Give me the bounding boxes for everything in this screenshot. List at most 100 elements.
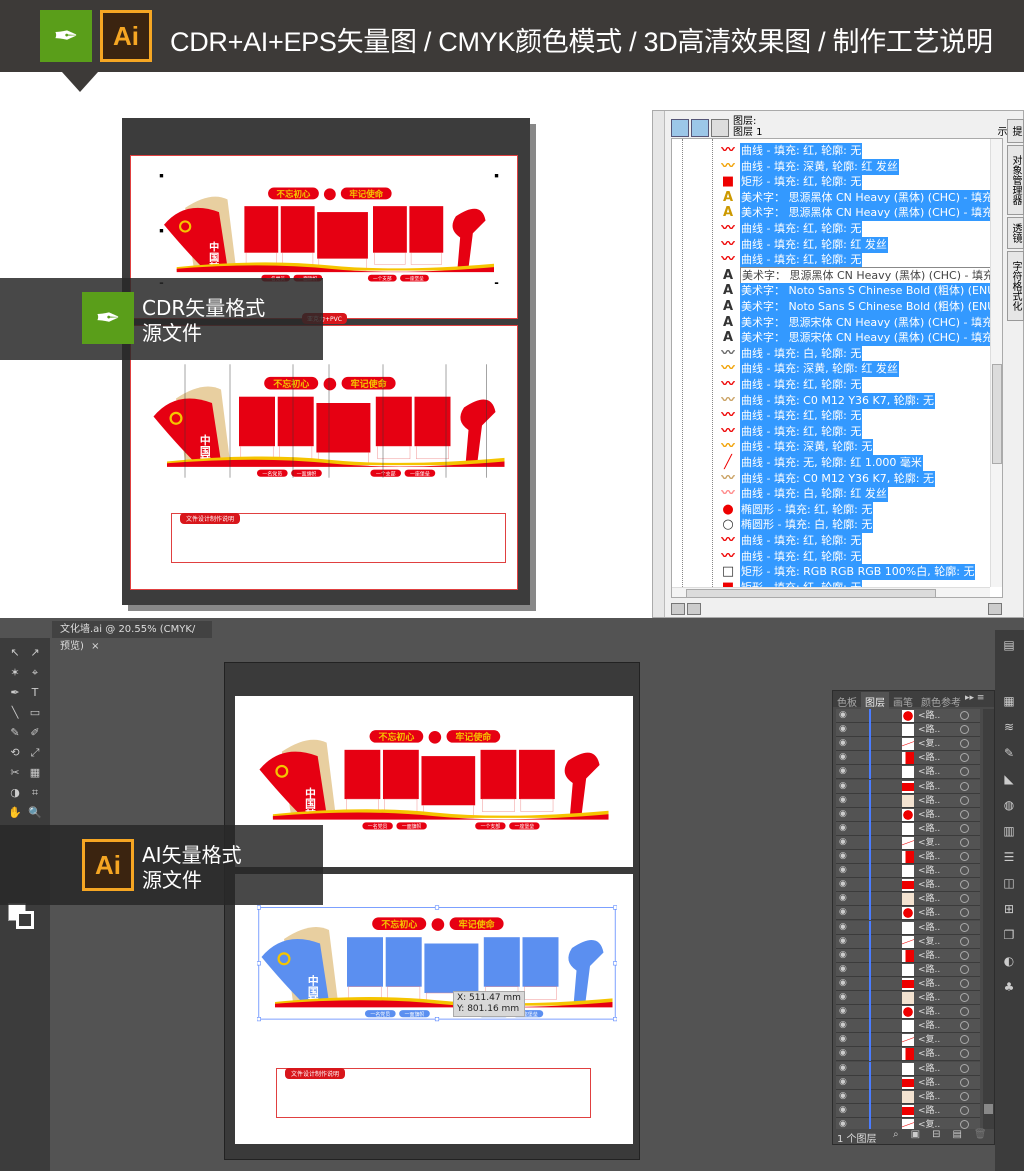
- target-icon[interactable]: [960, 880, 969, 890]
- visibility-eye-icon[interactable]: ◉: [839, 1119, 847, 1129]
- align-panel-icon[interactable]: ☰: [1001, 850, 1017, 864]
- target-icon[interactable]: [960, 852, 969, 861]
- stroke-swatch[interactable]: [16, 911, 34, 929]
- visibility-eye-icon[interactable]: ◉: [839, 964, 847, 974]
- object-tree-item[interactable]: 〰曲线 - 填充: 深黄, 轮廓: 无: [718, 439, 874, 456]
- layers-scrollbar[interactable]: [983, 709, 994, 1129]
- layer-row[interactable]: ◉ <路..: [836, 765, 980, 780]
- object-tree-item[interactable]: 〰曲线 - 填充: 红, 轮廓: 无: [718, 377, 863, 393]
- layer-row[interactable]: ◉ <路..: [836, 1089, 980, 1104]
- layer-row[interactable]: ◉ <路..: [836, 976, 980, 991]
- object-tree-item[interactable]: 〰曲线 - 填充: 红, 轮廓: 红 发丝: [718, 236, 888, 253]
- layer-row[interactable]: ◉ <路..: [836, 751, 980, 766]
- layer-row[interactable]: ◉ <路..: [836, 807, 980, 822]
- target-icon[interactable]: [960, 1105, 969, 1115]
- layer-view-icon[interactable]: [711, 119, 729, 137]
- layer-row[interactable]: ◉ <路..: [836, 1061, 980, 1076]
- visibility-eye-icon[interactable]: ◉: [839, 766, 847, 776]
- document-tab[interactable]: 文化墙.ai @ 20.55% (CMYK/预览) ×: [52, 621, 212, 652]
- edit-across-layers-icon[interactable]: [691, 119, 709, 137]
- visibility-eye-icon[interactable]: ◉: [839, 837, 847, 847]
- target-icon[interactable]: [960, 753, 969, 763]
- artboards-panel-icon[interactable]: ▤: [1001, 638, 1017, 652]
- target-icon[interactable]: [960, 1049, 969, 1059]
- target-icon[interactable]: [960, 922, 969, 932]
- target-icon[interactable]: [960, 978, 969, 988]
- object-tree-item[interactable]: A 美术字： 思源宋体 CN Heavy (黑体) (CHC) - 填充: 白, …: [718, 314, 1002, 331]
- line-tool-icon[interactable]: ╲: [6, 706, 24, 722]
- visibility-eye-icon[interactable]: ◉: [839, 809, 847, 819]
- target-icon[interactable]: [960, 964, 969, 974]
- object-tree-item[interactable]: 〰曲线 - 填充: 红, 轮廓: 无: [718, 548, 863, 565]
- target-icon[interactable]: [960, 1077, 969, 1087]
- layer-row[interactable]: ◉ <路..: [836, 723, 980, 738]
- object-tree-item[interactable]: ○ 椭圆形 - 填充: 白, 轮廓: 无: [718, 517, 874, 534]
- visibility-eye-icon[interactable]: ◉: [839, 795, 847, 805]
- pen-tool-icon[interactable]: ✒: [6, 686, 24, 702]
- panel-menu-icon[interactable]: ▸▸ ≡: [965, 693, 984, 703]
- object-tree-item[interactable]: 〰曲线 - 填充: 红, 轮廓: 无: [718, 252, 863, 269]
- object-tree-item[interactable]: 〰曲线 - 填充: 白, 轮廓: 红 发丝: [718, 486, 888, 503]
- layer-row[interactable]: ◉ <路..: [836, 793, 980, 808]
- new-layer-icon[interactable]: ▤: [952, 1129, 961, 1140]
- object-tree-item[interactable]: 〰曲线 - 填充: 深黄, 轮廓: 红 发丝: [718, 361, 899, 378]
- object-tree-item[interactable]: 〰曲线 - 填充: 红, 轮廓: 无: [718, 143, 863, 159]
- visibility-eye-icon[interactable]: ◉: [839, 1091, 847, 1101]
- visibility-eye-icon[interactable]: ◉: [839, 893, 847, 903]
- visibility-eye-icon[interactable]: ◉: [839, 781, 847, 791]
- canvas-area[interactable]: 中国梦 不忘初心 牢记使命 一名党员 一面旗帜 一个支部 一座堡垒 中国梦 不忘初心 牢记使命一…: [224, 662, 640, 1160]
- visibility-eye-icon[interactable]: ◉: [839, 978, 847, 988]
- layer-row[interactable]: ◉ <路..: [836, 709, 980, 723]
- delete-layer-icon[interactable]: 🗑: [974, 1129, 987, 1140]
- scroll-thumb[interactable]: [992, 364, 1002, 464]
- object-tree-item[interactable]: ╱ 曲线 - 填充: 无, 轮廓: 红 1.000 毫米: [718, 455, 923, 471]
- wall-artwork-annotated[interactable]: 中国梦不忘初心 牢记使命一名党员 一面旗帜 一个支部 一座堡垒: [149, 351, 509, 491]
- layer-manager-icon[interactable]: [671, 119, 689, 137]
- swatches-panel-icon[interactable]: ▦: [1001, 694, 1017, 708]
- target-icon[interactable]: [960, 1021, 969, 1031]
- delete-icon[interactable]: [988, 603, 1002, 615]
- object-tree-item[interactable]: A 美术字： 思源宋体 CN Heavy (黑体) (CHC) - 填充: 白, …: [718, 330, 1002, 347]
- layer-row[interactable]: ◉ <路..: [836, 920, 980, 935]
- pathfinder-panel-icon[interactable]: ◫: [1001, 876, 1017, 890]
- gradient-panel-icon[interactable]: ◣: [1001, 772, 1017, 786]
- layer-row[interactable]: ◉ <路..: [836, 1019, 980, 1034]
- visibility-eye-icon[interactable]: ◉: [839, 992, 847, 1002]
- selection-tool-icon[interactable]: ↖: [6, 646, 24, 662]
- visibility-eye-icon[interactable]: ◉: [839, 1034, 847, 1044]
- target-icon[interactable]: [960, 950, 969, 960]
- target-icon[interactable]: [960, 1119, 969, 1129]
- type-tool-icon[interactable]: T: [26, 686, 44, 702]
- target-icon[interactable]: [960, 739, 969, 749]
- lasso-tool-icon[interactable]: ⌖: [26, 666, 44, 682]
- layer-row[interactable]: ◉ <路..: [836, 779, 980, 794]
- rotate-tool-icon[interactable]: ⟲: [6, 746, 24, 762]
- object-tree-item[interactable]: 〰曲线 - 填充: C0 M12 Y36 K7, 轮廓: 无: [718, 392, 935, 409]
- target-icon[interactable]: [960, 711, 969, 720]
- scroll-thumb[interactable]: [984, 1104, 993, 1114]
- target-icon[interactable]: [960, 823, 969, 833]
- layers-list[interactable]: ◉ <路.. ◉ <路.. ◉ <复.. ◉ <路.. ◉ <路.. ◉ <路.. ◉ <路.. ◉ <路..…: [833, 709, 983, 1129]
- object-tree-item[interactable]: 〰曲线 - 填充: 红, 轮廓: 无: [718, 423, 863, 440]
- visibility-eye-icon[interactable]: ◉: [839, 1077, 847, 1087]
- layer-row[interactable]: ◉ <复..: [836, 1117, 980, 1129]
- tree-horizontal-scrollbar[interactable]: [672, 587, 990, 597]
- new-sublayer-icon[interactable]: ⊟: [932, 1129, 940, 1140]
- target-icon[interactable]: [960, 908, 969, 918]
- visibility-eye-icon[interactable]: ◉: [839, 710, 847, 720]
- object-tree-item[interactable]: A 美术字： Noto Sans S Chinese Bold (粗体) (ENU…: [718, 283, 1002, 300]
- layer-row[interactable]: ◉ <路..: [836, 962, 980, 977]
- object-tree-item[interactable]: 〰曲线 - 填充: C0 M12 Y36 K7, 轮廓: 无: [718, 470, 935, 487]
- magic-wand-tool-icon[interactable]: ✶: [6, 666, 24, 682]
- transparency-panel-icon[interactable]: ▥: [1001, 824, 1017, 838]
- target-icon[interactable]: [960, 795, 969, 805]
- target-icon[interactable]: [960, 767, 969, 777]
- ai-artboard-bottom[interactable]: 中国梦不忘初心牢记使命一名党员一面旗帜一个支部一座堡垒 文件设计制作说明: [235, 874, 633, 1144]
- scale-tool-icon[interactable]: ⤢: [26, 746, 44, 762]
- wall-artwork-selected[interactable]: 中国梦不忘初心牢记使命一名党员一面旗帜一个支部一座堡垒: [257, 894, 617, 1029]
- gradient-tool-icon[interactable]: ◑: [6, 786, 24, 802]
- rectangle-tool-icon[interactable]: ▭: [26, 706, 44, 722]
- target-icon[interactable]: [960, 1007, 969, 1017]
- target-icon[interactable]: [960, 894, 969, 904]
- target-icon[interactable]: [960, 781, 969, 791]
